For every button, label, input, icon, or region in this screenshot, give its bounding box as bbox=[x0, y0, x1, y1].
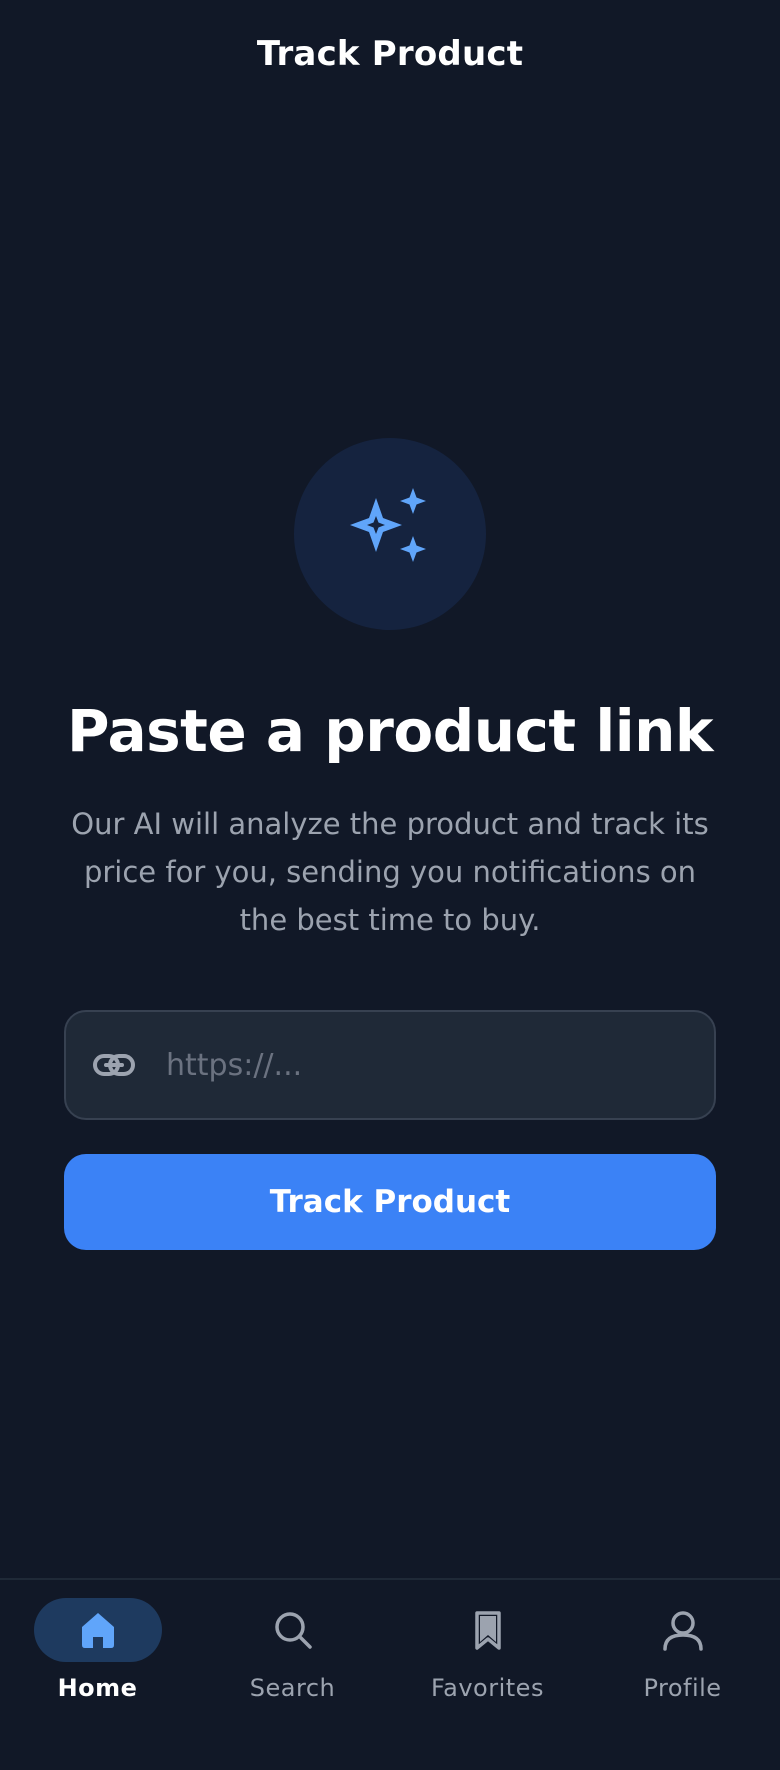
page-title: Track Product bbox=[256, 34, 524, 74]
nav-search-pill bbox=[229, 1598, 357, 1662]
nav-label-search: Search bbox=[249, 1674, 336, 1702]
app-header: Track Product bbox=[0, 0, 780, 108]
bookmark-icon bbox=[474, 1611, 501, 1650]
track-product-button[interactable]: Track Product bbox=[64, 1154, 716, 1250]
nav-favorites-pill bbox=[424, 1598, 552, 1662]
nav-home-pill bbox=[33, 1598, 162, 1662]
search-icon bbox=[274, 1612, 312, 1649]
nav-label-favorites: Favorites bbox=[431, 1674, 544, 1702]
link-icon bbox=[92, 1043, 136, 1087]
hero-description: Our AI will analyze the product and trac… bbox=[71, 807, 709, 937]
user-icon bbox=[662, 1611, 703, 1651]
hero-heading: Paste a product link bbox=[67, 697, 713, 765]
nav-profile-pill bbox=[619, 1598, 747, 1662]
nav-item-favorites[interactable]: Favorites bbox=[390, 1580, 585, 1770]
home-icon bbox=[81, 1613, 114, 1648]
bottom-nav: Home Search Favorites Profile bbox=[0, 1578, 780, 1770]
nav-item-search[interactable]: Search bbox=[195, 1580, 390, 1770]
nav-label-profile: Profile bbox=[643, 1674, 722, 1702]
product-url-input[interactable] bbox=[164, 1034, 690, 1096]
sparkles-icon bbox=[350, 488, 426, 562]
nav-label-home: Home bbox=[57, 1674, 138, 1702]
nav-item-home[interactable]: Home bbox=[0, 1580, 195, 1770]
hero-icon-circle bbox=[294, 438, 486, 630]
product-url-field[interactable] bbox=[64, 1010, 716, 1120]
nav-item-profile[interactable]: Profile bbox=[585, 1580, 780, 1770]
